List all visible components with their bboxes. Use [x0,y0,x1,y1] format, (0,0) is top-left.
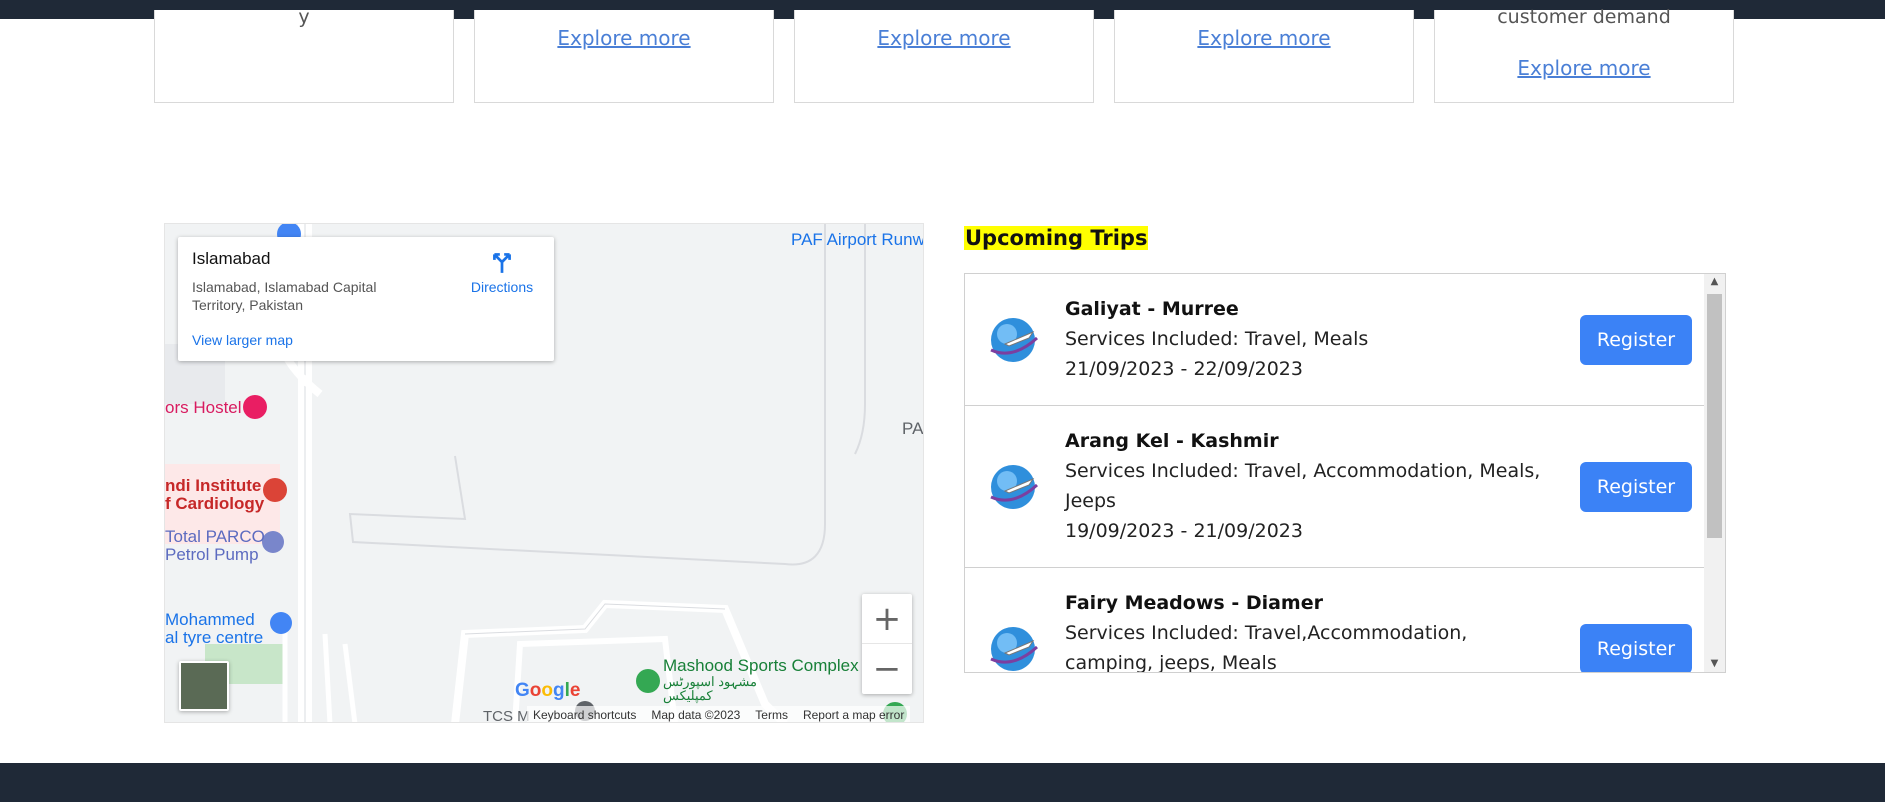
directions-button[interactable]: Directions [462,249,542,295]
trip-name: Galiyat - Murree [1065,298,1239,320]
trip-info: Fairy Meadows - Diamer Services Included… [1065,588,1545,673]
trip-name: Arang Kel - Kashmir [1065,430,1279,452]
map-label-tcs: TCS M [483,708,530,723]
trips-scrollbar[interactable]: ▲ ▼ [1704,274,1725,672]
trip-name: Fairy Meadows - Diamer [1065,592,1323,614]
terms-link[interactable]: Terms [755,708,788,722]
map-label-sports: Mashood Sports Complex [663,656,859,675]
place-address: Islamabad, Islamabad Capital Territory, … [192,279,377,313]
feature-card-4: Explore more [1114,10,1414,103]
trip-info: Galiyat - Murree Services Included: Trav… [1065,294,1545,384]
view-larger-map-link[interactable]: View larger map [192,332,293,348]
zoom-out-button[interactable]: − [862,644,912,694]
trip-info: Arang Kel - Kashmir Services Included: T… [1065,426,1545,546]
footer-bar [0,763,1885,802]
directions-label: Directions [470,279,534,295]
keyboard-shortcuts-link[interactable]: Keyboard shortcuts [533,708,636,722]
map-label-cardiology-2: f Cardiology [165,494,265,513]
globe-plane-icon [990,465,1039,509]
map-label-tyre-2: al tyre centre [165,628,264,647]
map-data-text: Map data ©2023 [651,708,741,722]
upcoming-trips-heading: Upcoming Trips [964,226,1149,250]
trip-item: Arang Kel - Kashmir Services Included: T… [965,406,1704,568]
trips-list[interactable]: Galiyat - Murree Services Included: Trav… [964,273,1726,673]
feature-card-5: customer demand Explore more [1434,6,1734,103]
map-info-card: Islamabad Islamabad, Islamabad Capital T… [178,237,554,361]
card-partial-text: customer demand [1497,6,1671,28]
embedded-map[interactable]: PAF Airport Runw PA ors Hostel ndi Insti… [164,223,924,723]
map-label-airport: PAF Airport Runw [791,230,924,249]
trip-services: Services Included: Travel, Meals [1065,328,1369,350]
map-label-hostel: ors Hostel [165,398,242,417]
register-button[interactable]: Register [1580,315,1692,365]
directions-icon [493,253,511,273]
trip-item: Fairy Meadows - Diamer Services Included… [965,568,1704,673]
explore-more-link[interactable]: Explore more [557,26,690,50]
map-label-parco-1: Total PARCO [165,527,265,546]
map-label-parco-2: Petrol Pump [165,545,259,564]
globe-plane-icon [990,627,1039,671]
globe-plane-icon [990,318,1039,362]
map-label-sports-urdu-2: کمپلیکس [663,688,713,703]
map-label-cardiology-1: ndi Institute [165,476,262,495]
register-button[interactable]: Register [1580,462,1692,512]
map-label-tyre-1: Mohammed [165,610,255,629]
scroll-down-arrow-icon[interactable]: ▼ [1704,656,1725,672]
trip-services: Services Included: Travel, Accommodation… [1065,460,1541,512]
trip-item: Galiyat - Murree Services Included: Trav… [965,274,1704,406]
scroll-up-arrow-icon[interactable]: ▲ [1704,274,1725,290]
feature-card-2: Explore more [474,10,774,103]
feature-card-1: y [154,6,454,103]
map-attribution: Keyboard shortcuts Map data ©2023 Terms … [527,706,911,722]
zoom-control: + − [862,594,912,694]
trip-services: Services Included: Travel,Accommodation,… [1065,622,1468,673]
report-error-link[interactable]: Report a map error [803,708,904,722]
google-logo: Google [515,680,581,701]
zoom-in-button[interactable]: + [862,594,912,644]
trip-dates: 21/09/2023 - 22/09/2023 [1065,358,1303,380]
feature-card-3: Explore more [794,10,1094,103]
place-name: Islamabad [192,249,271,268]
map-label-pa: PA [902,419,924,438]
trip-dates: 19/09/2023 - 21/09/2023 [1065,520,1303,542]
register-button[interactable]: Register [1580,624,1692,672]
explore-more-link[interactable]: Explore more [1517,56,1650,80]
satellite-toggle[interactable] [179,661,229,711]
card-partial-text: y [298,6,310,28]
scrollbar-thumb[interactable] [1707,294,1722,538]
explore-more-link[interactable]: Explore more [877,26,1010,50]
explore-more-link[interactable]: Explore more [1197,26,1330,50]
